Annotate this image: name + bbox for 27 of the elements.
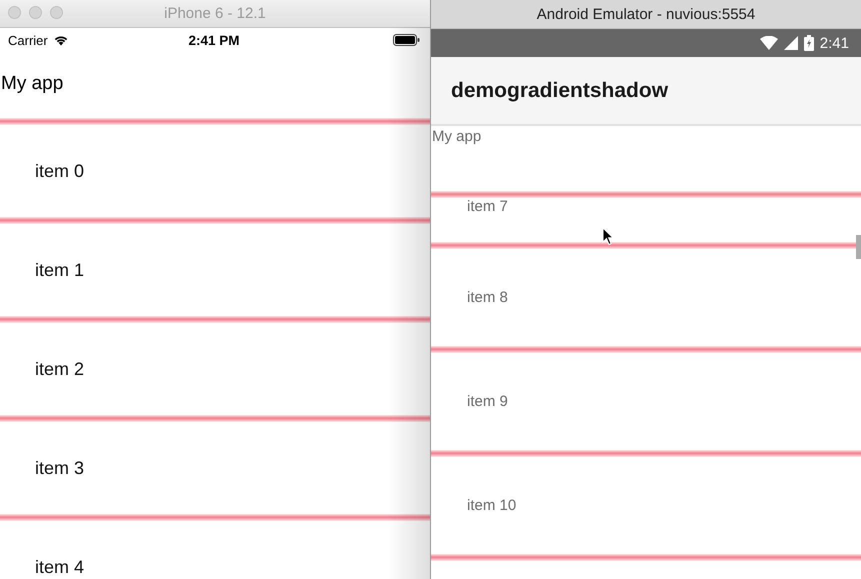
carrier-label: Carrier — [8, 32, 48, 48]
list-item[interactable]: item 10 — [467, 497, 516, 514]
close-button[interactable] — [8, 6, 21, 19]
status-time: 2:41 PM — [188, 32, 240, 48]
status-time: 2:41 — [820, 34, 849, 52]
signal-icon — [784, 36, 798, 50]
list-item[interactable]: item 7 — [467, 198, 508, 215]
app-title: demogradientshadow — [451, 78, 668, 102]
list-item[interactable]: item 2 — [35, 358, 84, 380]
scrollbar[interactable] — [856, 235, 861, 259]
header-title: My app — [431, 127, 482, 144]
window-title: Android Emulator - nuvious:5554 — [536, 6, 756, 22]
zoom-button[interactable] — [50, 6, 63, 19]
battery-icon — [393, 34, 420, 46]
list-item[interactable]: item 8 — [467, 289, 508, 306]
minimize-button[interactable] — [29, 6, 42, 19]
list-item[interactable]: item 3 — [35, 458, 84, 478]
list-item[interactable]: item 0 — [35, 160, 84, 182]
cursor-icon — [602, 227, 614, 246]
wifi-icon — [52, 34, 69, 46]
wifi-icon — [760, 36, 778, 50]
window-title: iPhone 6 - 12.1 — [164, 5, 266, 22]
list-item[interactable]: item 1 — [35, 260, 84, 280]
battery-icon — [804, 35, 814, 51]
list-item[interactable]: item 4 — [35, 556, 84, 578]
header-title: My app — [0, 72, 64, 93]
list-item[interactable]: item 9 — [467, 393, 508, 410]
